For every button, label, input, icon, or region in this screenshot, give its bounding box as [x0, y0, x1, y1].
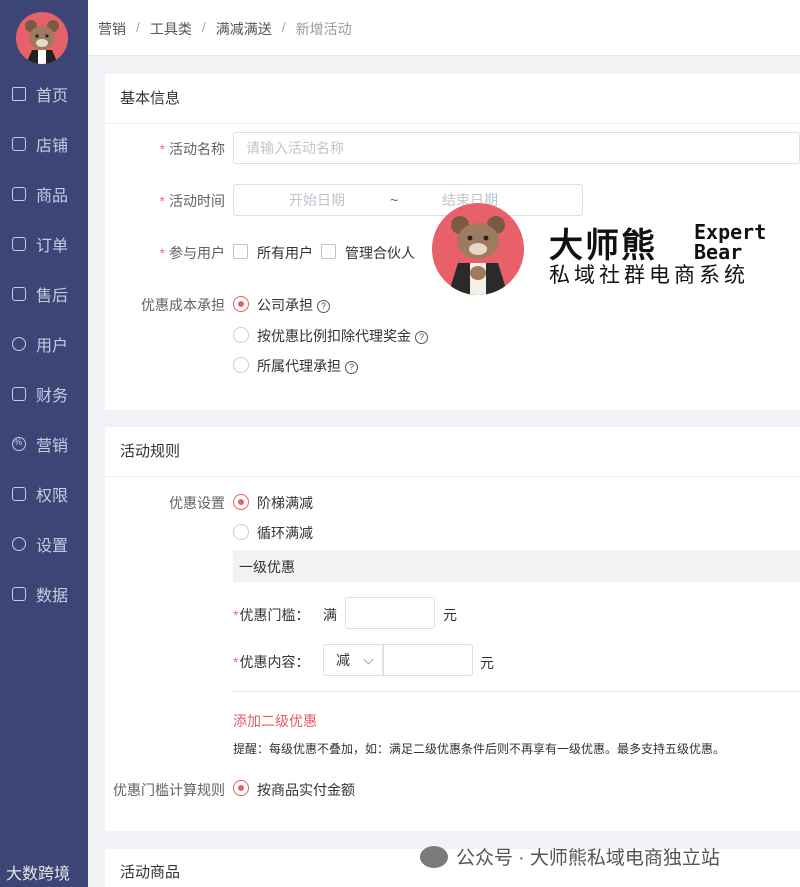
sidebar-item-users[interactable]: 用户 — [0, 324, 88, 364]
threshold-prefix: 满 — [323, 607, 337, 623]
discount-type-select[interactable]: 减 — [323, 644, 383, 676]
breadcrumb-item[interactable]: 营销 — [98, 19, 126, 39]
threshold-amount-input[interactable] — [345, 597, 435, 629]
sidebar-item-label: 商品 — [36, 188, 69, 205]
breadcrumb-separator: / — [281, 19, 286, 35]
level-one-header: 一级优惠 — [233, 550, 800, 582]
threshold-rule-label: 优惠门槛计算规则 — [113, 782, 225, 798]
all-users-label: 所有用户 — [257, 245, 313, 261]
threshold-unit: 元 — [443, 607, 457, 623]
user-icon — [12, 337, 26, 351]
all-users-checkbox[interactable] — [233, 244, 248, 259]
sidebar-item-label: 订单 — [36, 238, 69, 255]
sidebar-item-after-sale[interactable]: 售后 — [0, 274, 88, 314]
gear-icon — [12, 537, 26, 551]
breadcrumb-separator: / — [201, 19, 206, 35]
actual-payment-label: 按商品实付金额 — [257, 782, 355, 798]
activity-name-input[interactable]: 请输入活动名称 — [233, 132, 800, 164]
sidebar-item-label: 设置 — [36, 538, 69, 555]
after-sale-icon — [12, 287, 26, 301]
sidebar-item-permissions[interactable]: 权限 — [0, 474, 88, 514]
cost-agent-radio[interactable] — [233, 357, 249, 373]
activity-name-label: * 活动名称 — [159, 141, 225, 157]
level-one-title: 一级优惠 — [239, 559, 295, 575]
breadcrumb: 营销 / 工具类 / 满减满送 / 新增活动 — [98, 19, 352, 39]
discount-setting-label: 优惠设置 — [169, 495, 225, 511]
discount-amount-input[interactable] — [383, 644, 473, 676]
sidebar-item-label: 用户 — [36, 338, 69, 355]
sidebar-item-label: 首页 — [36, 88, 69, 105]
bear-logo[interactable] — [16, 12, 68, 64]
cost-ratio-radio[interactable] — [233, 327, 249, 343]
sidebar-item-data[interactable]: 数据 — [0, 574, 88, 614]
brand-bear-logo — [432, 203, 524, 295]
home-icon — [12, 87, 26, 101]
sidebar-item-label: 营销 — [36, 438, 69, 455]
help-icon[interactable]: ? — [317, 300, 330, 313]
chevron-down-icon — [363, 654, 374, 665]
partner-checkbox[interactable] — [321, 244, 336, 259]
sidebar-item-goods[interactable]: 商品 — [0, 174, 88, 214]
header: 营销 / 工具类 / 满减满送 / 新增活动 — [88, 0, 800, 56]
start-date-input[interactable]: 开始日期 — [289, 185, 345, 215]
sidebar-item-label: 财务 — [36, 388, 69, 405]
participants-label: * 参与用户 — [159, 245, 225, 261]
partner-label: 管理合伙人 — [345, 245, 415, 261]
add-level-two-link[interactable]: 添加二级优惠 — [233, 711, 317, 731]
level-tip-text: 提醒：每级优惠不叠加，如：满足二级优惠条件后则不再享有一级优惠。最多支持五级优惠… — [233, 742, 726, 756]
brand-subtitle: 私域社群电商系统 — [549, 264, 749, 287]
sidebar-item-settings[interactable]: 设置 — [0, 524, 88, 564]
cost-company-radio[interactable] — [233, 296, 249, 312]
divider — [233, 691, 800, 692]
tiered-discount-label: 阶梯满减 — [257, 495, 313, 511]
chart-icon — [12, 587, 26, 601]
watermark-left: 大数跨境 — [6, 866, 71, 883]
tiered-discount-radio[interactable] — [233, 494, 249, 510]
sidebar-item-label: 权限 — [36, 488, 69, 505]
rules-card: 活动规则 — [105, 427, 800, 831]
activity-date-range[interactable]: 开始日期 ~ 结束日期 — [233, 184, 583, 216]
activity-time-label: * 活动时间 — [159, 193, 225, 209]
sidebar-item-home[interactable]: 首页 — [0, 74, 88, 114]
sidebar-item-finance[interactable]: 财务 — [0, 374, 88, 414]
breadcrumb-item[interactable]: 工具类 — [150, 19, 192, 39]
bag-icon — [12, 187, 26, 201]
sidebar-item-label: 数据 — [36, 588, 69, 605]
breadcrumb-item[interactable]: 满减满送 — [216, 19, 272, 39]
wallet-icon — [12, 387, 26, 401]
sidebar: 首页 店铺 商品 订单 售后 用户 财务 营销 权限 设置 数据 — [0, 0, 88, 887]
breadcrumb-separator: / — [136, 19, 140, 35]
sidebar-item-label: 售后 — [36, 288, 69, 305]
actual-payment-radio[interactable] — [233, 780, 249, 796]
store-icon — [12, 137, 26, 151]
sidebar-item-store[interactable]: 店铺 — [0, 124, 88, 164]
sidebar-item-label: 店铺 — [36, 138, 69, 155]
cost-company-option: 公司承担? — [257, 295, 330, 315]
lock-icon — [12, 487, 26, 501]
percent-icon — [12, 437, 26, 451]
help-icon[interactable]: ? — [415, 331, 428, 344]
content-label: *优惠内容： — [233, 654, 310, 670]
threshold-label: *优惠门槛： — [233, 607, 310, 623]
order-icon — [12, 237, 26, 251]
sidebar-item-orders[interactable]: 订单 — [0, 224, 88, 264]
breadcrumb-current: 新增活动 — [295, 21, 352, 37]
cost-agent-option: 所属代理承担? — [257, 356, 358, 376]
wechat-watermark: 公众号 · 大师熊私域电商独立站 — [420, 843, 720, 870]
cost-bearer-label: 优惠成本承担 — [141, 297, 225, 313]
cyclic-discount-radio[interactable] — [233, 524, 249, 540]
sidebar-item-marketing[interactable]: 营销 — [0, 424, 88, 464]
section-title: 活动规则 — [105, 427, 800, 477]
wechat-icon — [420, 846, 448, 868]
cost-ratio-option: 按优惠比例扣除代理奖金? — [257, 326, 428, 346]
help-icon[interactable]: ? — [345, 361, 358, 374]
date-range-separator: ~ — [390, 192, 399, 208]
content-unit: 元 — [480, 655, 494, 671]
cyclic-discount-label: 循环满减 — [257, 525, 313, 541]
section-title: 基本信息 — [105, 74, 800, 124]
